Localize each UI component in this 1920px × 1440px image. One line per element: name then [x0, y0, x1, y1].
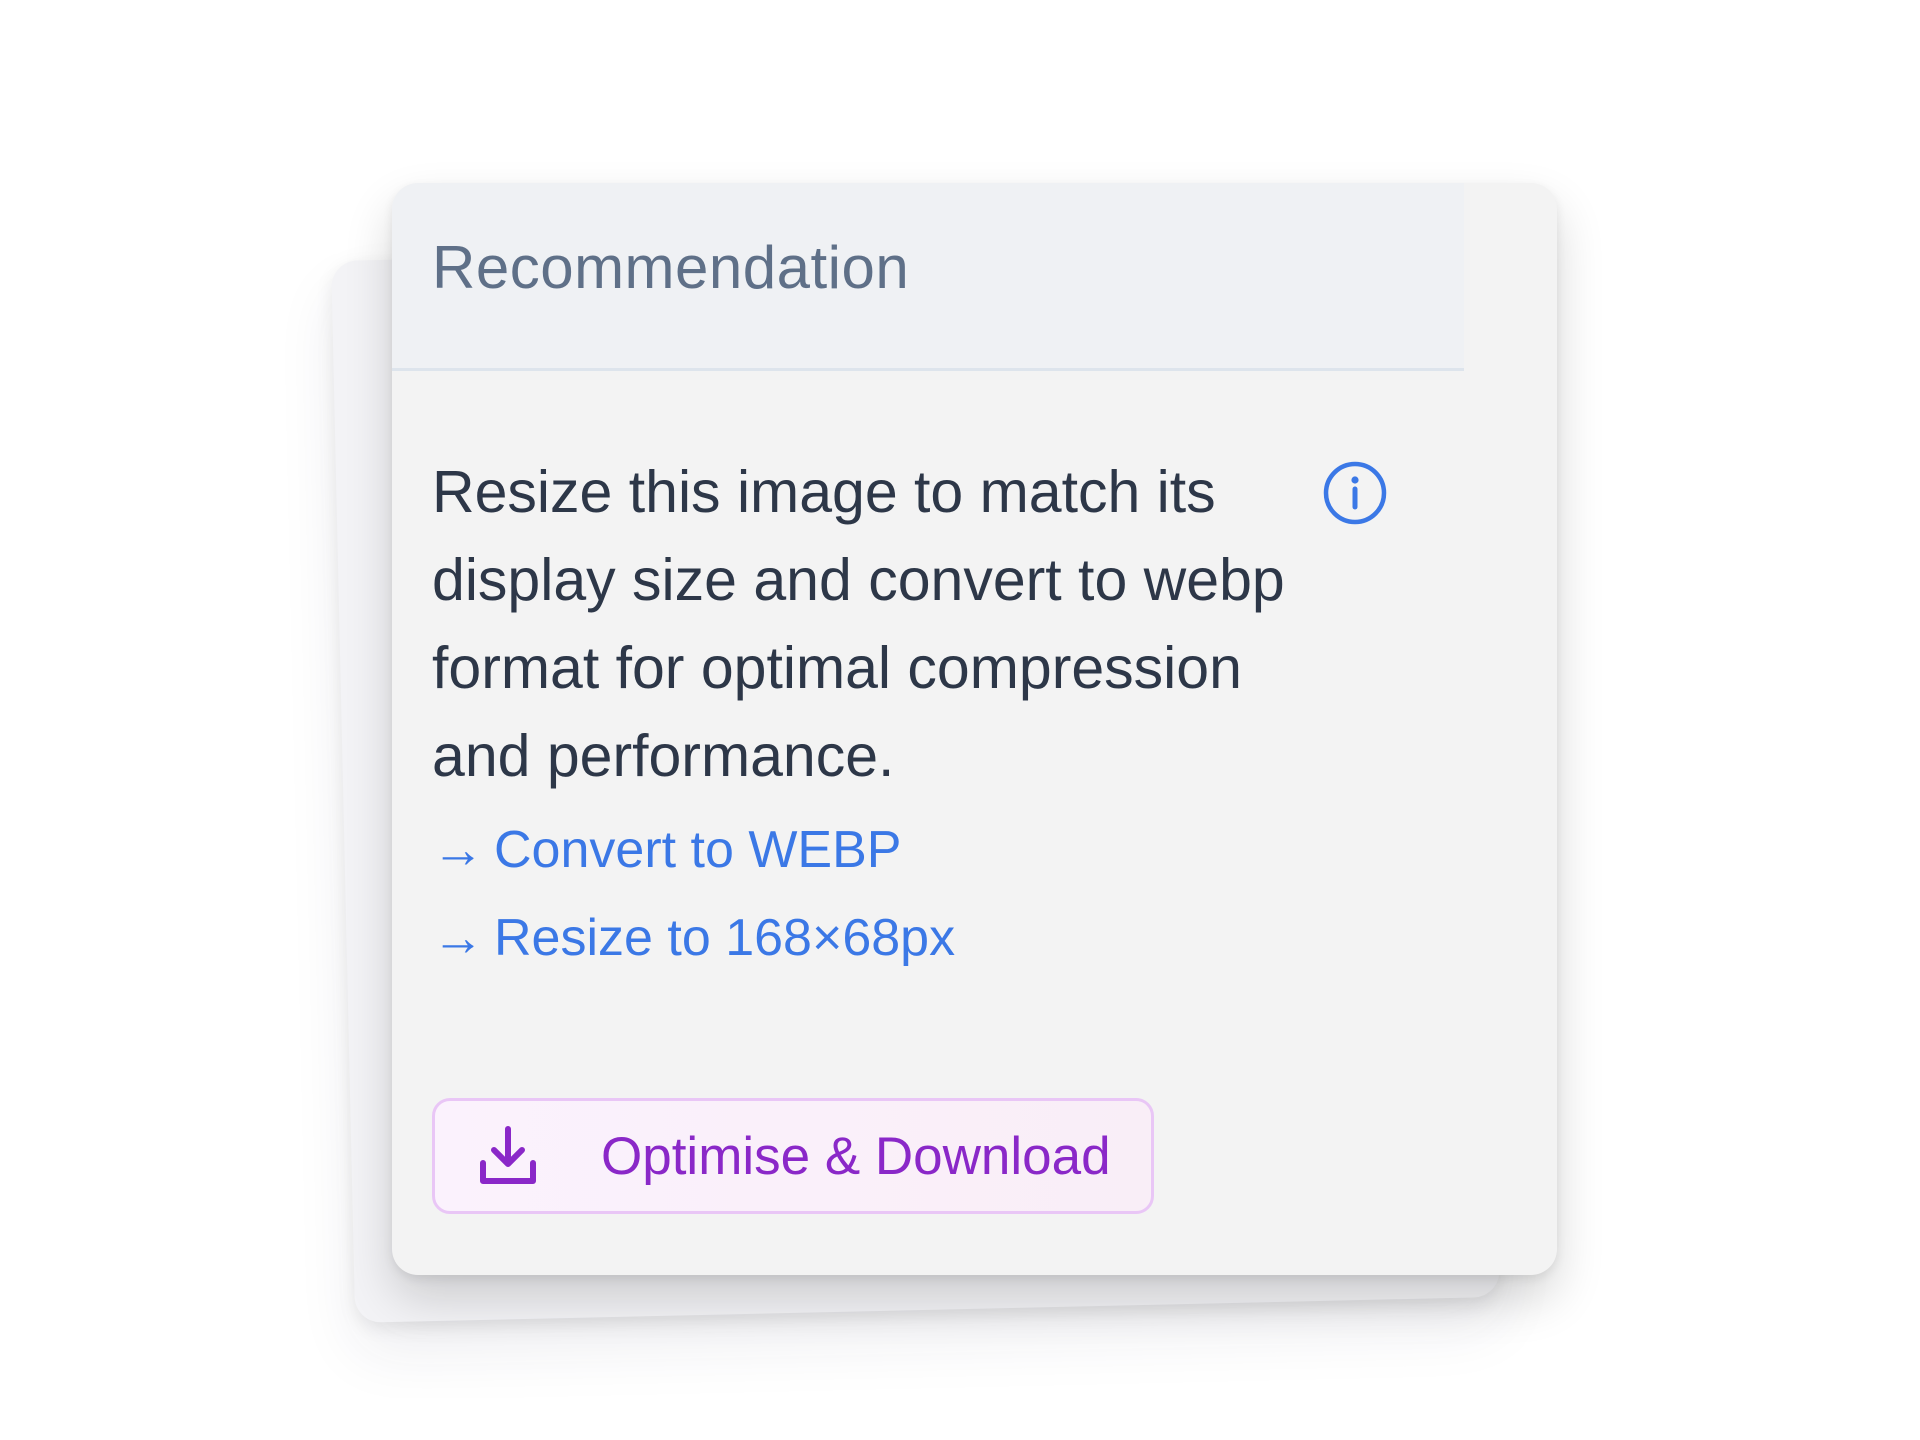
- arrow-right-icon: →: [432, 909, 484, 967]
- download-icon: [480, 1126, 536, 1184]
- card-title: Recommendation: [432, 234, 910, 301]
- action-list: → Convert to WEBP → Resize to 168×68px: [432, 806, 1462, 982]
- recommendation-row: Resize this image to match its display s…: [432, 448, 1462, 800]
- recommendation-text: Resize this image to match its display s…: [432, 459, 1285, 789]
- recommendation-card: Recommendation Resize this image to matc…: [392, 183, 1557, 1275]
- resize-link[interactable]: → Resize to 168×68px: [432, 894, 1462, 982]
- info-icon[interactable]: [1322, 460, 1388, 526]
- convert-to-webp-link[interactable]: → Convert to WEBP: [432, 806, 1462, 894]
- card-header: Recommendation: [392, 183, 1464, 371]
- optimise-download-button[interactable]: Optimise & Download: [432, 1098, 1154, 1214]
- action-label: Resize to 168×68px: [494, 909, 956, 967]
- action-label: Convert to WEBP: [494, 821, 902, 879]
- card-body: Resize this image to match its display s…: [432, 448, 1462, 982]
- stage: Recommendation Resize this image to matc…: [0, 0, 1920, 1440]
- download-button-label: Optimise & Download: [601, 1126, 1111, 1186]
- arrow-right-icon: →: [432, 821, 484, 879]
